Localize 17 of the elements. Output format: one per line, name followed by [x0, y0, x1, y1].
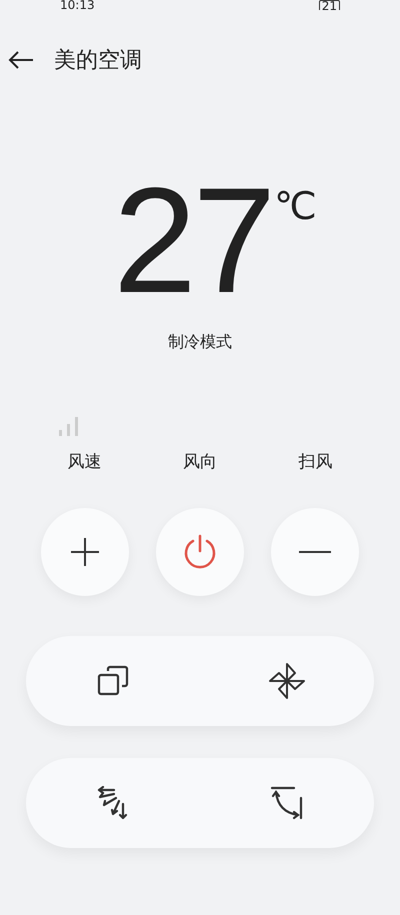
status-time: 10:13	[60, 0, 95, 10]
control-label: 风速	[68, 451, 102, 474]
temperature-unit: ℃	[274, 186, 317, 226]
power-icon	[182, 534, 217, 570]
mode-label: 制冷模式	[168, 331, 232, 353]
spread-arrows-icon	[96, 786, 130, 820]
temperature-value: 27	[113, 180, 272, 300]
control-label: 风向	[182, 451, 217, 474]
signal-bars-icon	[58, 416, 80, 436]
page-title: 美的空调	[54, 46, 142, 74]
pinwheel-icon	[268, 662, 306, 700]
copy-icon	[97, 664, 129, 696]
control-label: 扫风	[298, 451, 332, 474]
minus-icon	[299, 550, 332, 554]
battery-level: 21	[318, 0, 340, 10]
corner-rotate-icon	[270, 786, 304, 820]
plus-icon	[68, 536, 101, 568]
